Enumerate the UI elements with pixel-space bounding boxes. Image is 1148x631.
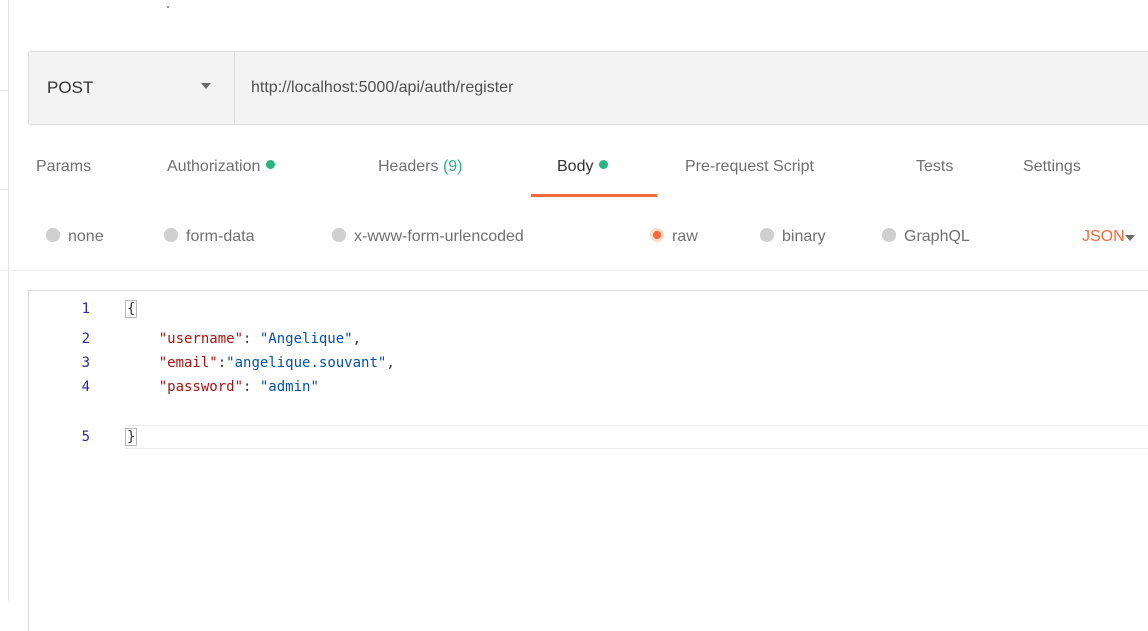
json-comma: , [352,331,362,347]
tab-authorization[interactable]: Authorization [167,158,276,176]
chevron-down-icon [201,83,211,89]
tab-label: Tests [916,158,954,175]
tab-label: Params [36,158,92,175]
json-value: "angelique.souvant" [226,355,387,371]
line-number: 2 [81,331,90,347]
section-divider [0,270,1148,271]
tab-label: Body [557,158,594,175]
tab-label: Authorization [167,158,261,175]
line-number: 1 [81,301,90,317]
radio-icon [882,228,896,242]
body-mode-label: x-www-form-urlencoded [354,228,524,245]
status-dot-icon [599,160,609,169]
body-mode-urlencoded[interactable]: x-www-form-urlencoded [332,228,524,246]
line-number: 4 [81,379,90,395]
left-panel-divider [0,189,9,190]
json-key: "password" [158,379,244,395]
code-line: "username": "Angelique", [125,327,1148,351]
active-tab-indicator [531,194,657,197]
json-value: "Angelique" [259,331,353,347]
chevron-down-icon[interactable] [1125,235,1135,241]
json-separator: : [243,331,260,347]
tab-label: Headers [378,158,439,175]
json-comma: , [386,355,395,371]
tab-params[interactable]: Params [36,158,91,176]
radio-icon [46,228,60,242]
body-mode-graphql[interactable]: GraphQL [882,228,970,246]
left-panel-divider [0,90,9,91]
headers-count: (9) [442,158,463,175]
request-tabs: Params Authorization Headers (9) Body Pr… [36,158,1136,198]
request-bar: POST [28,51,1148,125]
json-key: "email" [158,355,218,371]
code-line: { [125,297,1148,321]
radio-icon [164,228,178,242]
line-number-gutter: 1 2 3 4 5 [29,291,115,631]
line-number: 5 [81,429,90,445]
matched-brace: { [125,300,138,318]
tab-label: Pre-request Script [685,158,814,175]
tab-label: Settings [1023,158,1081,175]
body-mode-none[interactable]: none [46,228,104,246]
body-mode-label: none [68,228,104,245]
json-key: "username" [158,331,244,347]
radio-selected-icon [650,228,664,242]
line-number: 3 [81,355,90,371]
body-mode-group: none form-data x-www-form-urlencoded raw… [46,228,1146,252]
tab-settings[interactable]: Settings [1023,158,1081,176]
body-mode-label: raw [672,228,698,245]
tab-tests[interactable]: Tests [916,158,953,176]
code-editor[interactable]: 1 2 3 4 5 { "username": "Angelique", "em… [28,290,1148,631]
json-separator: : [217,355,227,371]
format-select[interactable]: JSON [1082,228,1125,246]
json-separator: : [243,379,260,395]
body-mode-form-data[interactable]: form-data [164,228,254,246]
tab-pre-request-script[interactable]: Pre-request Script [685,158,814,176]
method-select[interactable]: POST [29,52,235,124]
method-label: POST [47,78,94,97]
status-dot-icon [266,160,276,169]
body-mode-raw[interactable]: raw [650,228,698,246]
code-line-current: } [125,425,1148,449]
body-mode-label: GraphQL [904,228,970,245]
tab-body[interactable]: Body [557,158,609,176]
code-line: "email":"angelique.souvant", [125,351,1148,375]
top-artifact [167,6,169,8]
radio-icon [332,228,346,242]
matched-brace: } [125,428,138,446]
body-mode-label: form-data [186,228,255,245]
url-input[interactable] [235,52,1148,124]
body-mode-label: binary [782,228,826,245]
radio-icon [760,228,774,242]
code-line: "password": "admin" [125,375,1148,399]
body-mode-binary[interactable]: binary [760,228,826,246]
json-value: "admin" [259,379,319,395]
tab-headers[interactable]: Headers (9) [378,158,463,176]
